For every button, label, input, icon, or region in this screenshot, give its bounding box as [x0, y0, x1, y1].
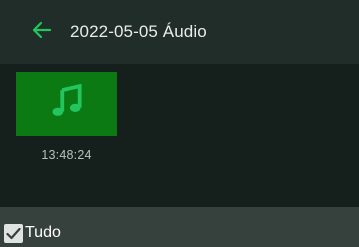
audio-files-screen: 2022-05-05 Áudio 13:48:24 Tudo	[0, 0, 359, 247]
music-note-icon	[48, 83, 86, 126]
audio-file-tile[interactable]: 13:48:24	[16, 72, 120, 162]
back-button[interactable]	[24, 14, 60, 50]
select-all-toggle[interactable]: Tudo	[4, 223, 61, 243]
file-grid: 13:48:24	[0, 64, 359, 207]
arrow-left-icon	[32, 21, 52, 44]
bottom-bar: Tudo	[0, 207, 359, 247]
checkbox-checked-icon[interactable]	[4, 223, 23, 243]
audio-thumbnail[interactable]	[16, 72, 117, 136]
select-all-label: Tudo	[25, 224, 61, 241]
page-title: 2022-05-05 Áudio	[70, 22, 207, 41]
top-bar: 2022-05-05 Áudio	[0, 0, 359, 64]
file-time: 13:48:24	[41, 148, 92, 162]
